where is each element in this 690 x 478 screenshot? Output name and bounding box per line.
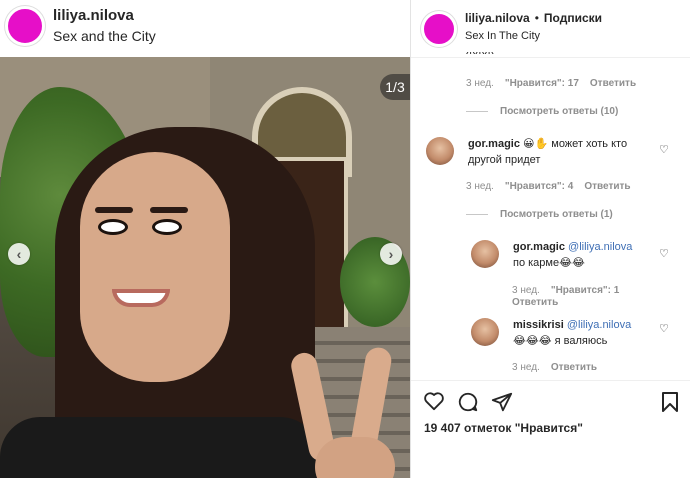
heart-outline-icon[interactable] (423, 391, 445, 417)
comment-time: 3 нед. (512, 362, 540, 373)
reply-item: gor.magic @liliya.nilova по карме😂😂 (471, 240, 663, 272)
view-replies-button[interactable]: Посмотреть ответы (1) (466, 209, 613, 220)
comment-time: 3 нед. (466, 181, 494, 192)
comment-meta: 3 нед. Ответить (512, 362, 597, 373)
reply-button[interactable]: Ответить (584, 181, 630, 192)
clipped-comment-text: ЖЖЖ (466, 52, 506, 58)
comment-likes[interactable]: "Нравится": 1 (551, 285, 620, 296)
comments-header: liliya.nilova • Подписки Sex In The City (411, 0, 690, 58)
comment-icon[interactable] (457, 391, 479, 419)
reply-button[interactable]: Ответить (551, 362, 597, 373)
comment-like-icon[interactable]: ♡ (659, 143, 669, 156)
reply-button[interactable]: Ответить (590, 78, 636, 89)
comment-likes[interactable]: "Нравится": 4 (505, 181, 574, 192)
post-header: liliya.nilova Sex and the City (0, 0, 410, 52)
commenter-username[interactable]: gor.magic (468, 138, 520, 150)
reply-button[interactable]: Ответить (512, 297, 558, 308)
comment-item: gor.magic 😀✋ может хоть кто другой приде… (426, 137, 648, 169)
carousel-next-button[interactable]: › (380, 243, 402, 265)
commenter-username[interactable]: missikrisi (513, 319, 564, 331)
comment-text: 😂😂😂 я валяюсь (513, 334, 608, 347)
author-username-small[interactable]: liliya.nilova (465, 11, 530, 26)
carousel-counter: 1/3 (380, 74, 410, 100)
commenter-avatar[interactable] (471, 240, 499, 268)
mention-link[interactable]: @liliya.nilova (567, 319, 631, 331)
carousel-prev-button[interactable]: ‹ (8, 243, 30, 265)
separator-dot: • (534, 11, 539, 25)
comment-meta: 3 нед. "Нравится": 1 Ответить (512, 285, 652, 308)
bookmark-icon[interactable] (661, 391, 679, 419)
author-avatar-small[interactable] (421, 11, 457, 47)
comment-like-icon[interactable]: ♡ (659, 322, 669, 335)
author-avatar[interactable] (5, 6, 45, 46)
mention-link[interactable]: @liliya.nilova (568, 241, 632, 253)
commenter-username[interactable]: gor.magic (513, 241, 565, 253)
comment-likes[interactable]: "Нравится": 17 (505, 78, 579, 89)
comment-meta: 3 нед. "Нравится": 4 Ответить (466, 181, 631, 192)
comment-like-icon[interactable]: ♡ (659, 247, 669, 260)
post-location-small[interactable]: Sex In The City (465, 30, 602, 44)
view-replies-label: Посмотреть ответы (10) (500, 106, 619, 117)
post-location[interactable]: Sex and the City (53, 28, 156, 45)
view-replies-button[interactable]: Посмотреть ответы (10) (466, 106, 618, 117)
comment-text: по карме😂😂 (513, 256, 585, 269)
commenter-avatar[interactable] (426, 137, 454, 165)
share-icon[interactable] (491, 391, 513, 419)
comment-time: 3 нед. (512, 285, 540, 296)
comment-time: 3 нед. (466, 78, 494, 89)
view-replies-label: Посмотреть ответы (1) (500, 209, 613, 220)
comment-meta: 3 нед. "Нравится": 17 Ответить (466, 78, 636, 89)
commenter-avatar[interactable] (471, 318, 499, 346)
post-photo[interactable] (0, 57, 410, 478)
post-actions-bar: 19 407 отметок "Нравится" (411, 380, 690, 478)
likes-count[interactable]: 19 407 отметок "Нравится" (424, 421, 583, 435)
post-media-panel: liliya.nilova Sex and the City 1/3 ‹ › (0, 0, 410, 478)
follow-status-button[interactable]: Подписки (544, 11, 602, 26)
author-username[interactable]: liliya.nilova (53, 7, 156, 25)
reply-item: missikrisi @liliya.nilova 😂😂😂 я валяюсь (471, 318, 663, 350)
comments-panel: liliya.nilova • Подписки Sex In The City… (411, 0, 690, 478)
